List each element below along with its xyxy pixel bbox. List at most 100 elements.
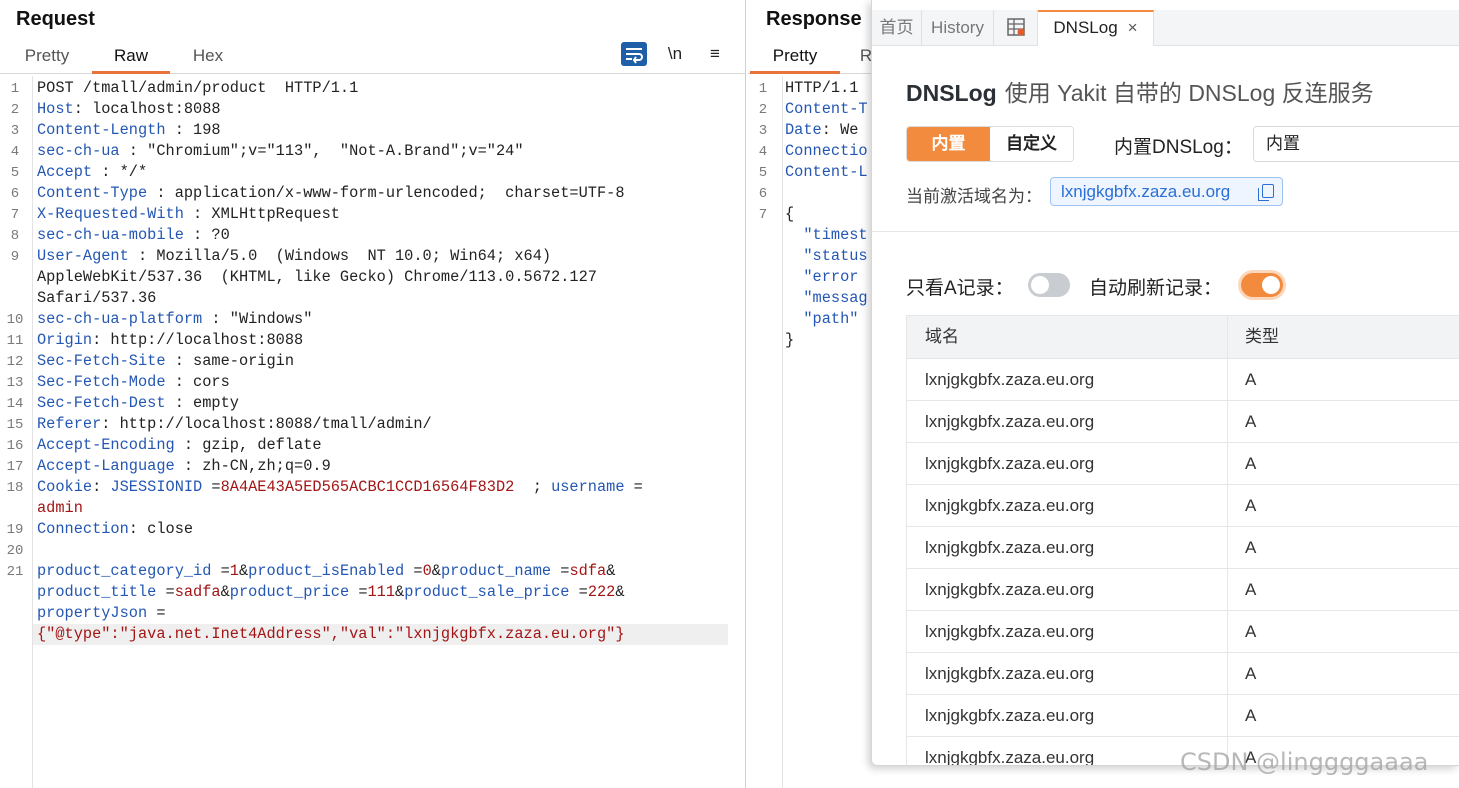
line-number: 16: [6, 438, 24, 454]
table-row[interactable]: lxnjgkgbfx.zaza.eu.org A: [906, 695, 1459, 737]
mode-custom-button[interactable]: 自定义: [990, 127, 1073, 161]
tab-dnslog[interactable]: DNSLog ×: [1038, 10, 1154, 46]
only-a-label: 只看A记录：: [906, 278, 1014, 299]
code-line[interactable]: 7 X-Requested-With : XMLHttpRequest: [0, 204, 745, 225]
line-number: 18: [6, 480, 24, 496]
code-line[interactable]: propertyJson =: [0, 603, 745, 624]
cell-domain: lxnjgkgbfx.zaza.eu.org: [925, 496, 1095, 515]
menu-icon[interactable]: ≡: [703, 42, 727, 66]
code-text: "messag: [803, 289, 868, 307]
request-title: Request: [16, 8, 95, 30]
code-line[interactable]: 11 Origin: http://localhost:8088: [0, 330, 745, 351]
code-line[interactable]: 19 Connection: close: [0, 519, 745, 540]
code-line[interactable]: 13 Sec-Fetch-Mode : cors: [0, 372, 745, 393]
line-number: 12: [6, 354, 24, 370]
code-line[interactable]: 2 Host: localhost:8088: [0, 99, 745, 120]
cell-type: A: [1245, 412, 1257, 431]
tab-pretty[interactable]: Pretty: [22, 46, 72, 74]
code-line[interactable]: 21 product_category_id =1&product_isEnabl…: [0, 561, 745, 582]
mode-builtin-button[interactable]: 内置: [907, 127, 990, 161]
code-line[interactable]: 4 sec-ch-ua : "Chromium";v="113", "Not-A.…: [0, 141, 745, 162]
table-row[interactable]: lxnjgkgbfx.zaza.eu.org A: [906, 401, 1459, 443]
only-a-toggle[interactable]: [1028, 273, 1070, 297]
request-editor[interactable]: 1 POST /tmall/admin/product HTTP/1.1 2 Host…: [0, 76, 745, 788]
tab-hex[interactable]: Hex: [186, 46, 230, 74]
code-line[interactable]: 3 Content-Length : 198: [0, 120, 745, 141]
code-text: Sec-Fetch-Site : same-origin: [37, 352, 295, 370]
code-line[interactable]: 12 Sec-Fetch-Site : same-origin: [0, 351, 745, 372]
word-wrap-icon[interactable]: [621, 42, 647, 66]
active-domain-tag: lxnjgkgbfx.zaza.eu.org: [1050, 177, 1283, 206]
line-number: 3: [758, 123, 768, 139]
code-text: admin: [37, 499, 83, 517]
code-line[interactable]: 1 POST /tmall/admin/product HTTP/1.1: [0, 78, 745, 99]
code-line[interactable]: product_title =sadfa&product_price =111&…: [0, 582, 745, 603]
line-number: 7: [758, 207, 768, 223]
code-text: "status: [803, 247, 868, 265]
table-row[interactable]: lxnjgkgbfx.zaza.eu.org A: [906, 611, 1459, 653]
newline-toggle-button[interactable]: \n: [662, 42, 688, 66]
line-number: 6: [758, 186, 768, 202]
line-number: 19: [6, 522, 24, 538]
close-icon[interactable]: ×: [1128, 18, 1138, 37]
builtin-dnslog-label: 内置DNSLog：: [1114, 137, 1243, 158]
code-line[interactable]: admin: [0, 498, 745, 519]
code-text: product_title =sadfa&product_price =111&…: [37, 583, 625, 601]
table-header: 域名 类型: [906, 315, 1459, 359]
code-line[interactable]: 18 Cookie: JSESSIONID =8A4AE43A5ED565ACBC…: [0, 477, 745, 498]
code-line[interactable]: 15 Referer: http://localhost:8088/tmall/a…: [0, 414, 745, 435]
cell-type: A: [1245, 454, 1257, 473]
auto-refresh-label: 自动刷新记录：: [1089, 278, 1223, 299]
code-text: sec-ch-ua-mobile : ?0: [37, 226, 230, 244]
tab-home[interactable]: 首页: [872, 10, 922, 46]
line-number: 15: [6, 417, 24, 433]
code-text: Sec-Fetch-Mode : cors: [37, 373, 230, 391]
code-line[interactable]: AppleWebKit/537.36 (KHTML, like Gecko) C…: [0, 267, 745, 288]
line-number: 8: [10, 228, 20, 244]
dnslog-title-text: DNSLog: [906, 80, 997, 106]
line-number: 13: [6, 375, 24, 391]
code-line[interactable]: 8 sec-ch-ua-mobile : ?0: [0, 225, 745, 246]
table-row[interactable]: lxnjgkgbfx.zaza.eu.org A: [906, 653, 1459, 695]
column-domain[interactable]: 域名: [925, 316, 959, 358]
cell-domain: lxnjgkgbfx.zaza.eu.org: [925, 664, 1095, 683]
table-row[interactable]: lxnjgkgbfx.zaza.eu.org A: [906, 359, 1459, 401]
dnslog-window: 首页 History DNSLog × DNSLog 使用 Yakit 自带的 DN…: [871, 0, 1459, 766]
line-number: 9: [10, 249, 20, 265]
column-type[interactable]: 类型: [1245, 316, 1279, 358]
table-row[interactable]: lxnjgkgbfx.zaza.eu.org A: [906, 527, 1459, 569]
copy-icon[interactable]: [1258, 184, 1274, 201]
table-row[interactable]: lxnjgkgbfx.zaza.eu.org A: [906, 485, 1459, 527]
code-line[interactable]: 20: [0, 540, 745, 561]
code-text: Content-L: [785, 163, 868, 181]
code-line[interactable]: 16 Accept-Encoding : gzip, deflate: [0, 435, 745, 456]
tab-pretty[interactable]: Pretty: [750, 46, 840, 74]
code-text: Host: localhost:8088: [37, 100, 221, 118]
code-line[interactable]: {"@type":"java.net.Inet4Address","val":"…: [0, 624, 745, 645]
code-line[interactable]: 5 Accept : */*: [0, 162, 745, 183]
code-text: Referer: http://localhost:8088/tmall/adm…: [37, 415, 432, 433]
code-line[interactable]: 10 sec-ch-ua-platform : "Windows": [0, 309, 745, 330]
line-number: 17: [6, 459, 24, 475]
cell-type: A: [1245, 622, 1257, 641]
auto-refresh-toggle[interactable]: [1241, 273, 1283, 297]
code-text: Connectio: [785, 142, 868, 160]
table-row[interactable]: lxnjgkgbfx.zaza.eu.org A: [906, 443, 1459, 485]
table-row[interactable]: lxnjgkgbfx.zaza.eu.org A: [906, 569, 1459, 611]
tab-raw[interactable]: Raw: [92, 46, 170, 74]
dnslog-title: DNSLog 使用 Yakit 自带的 DNSLog 反连服务: [906, 74, 1374, 108]
code-text: User-Agent : Mozilla/5.0 (Windows NT 10.…: [37, 247, 552, 265]
code-line[interactable]: 14 Sec-Fetch-Dest : empty: [0, 393, 745, 414]
code-line[interactable]: 17 Accept-Language : zh-CN,zh;q=0.9: [0, 456, 745, 477]
code-text: sec-ch-ua : "Chromium";v="113", "Not-A.B…: [37, 142, 524, 160]
table-icon[interactable]: [994, 10, 1038, 46]
builtin-dnslog-select[interactable]: 内置: [1253, 126, 1459, 162]
line-number: 21: [6, 564, 24, 580]
code-line[interactable]: Safari/537.36: [0, 288, 745, 309]
code-text: {: [785, 205, 795, 223]
code-line[interactable]: 9 User-Agent : Mozilla/5.0 (Windows NT 10…: [0, 246, 745, 267]
tab-history[interactable]: History: [922, 10, 994, 46]
code-line[interactable]: 6 Content-Type : application/x-www-form-u…: [0, 183, 745, 204]
code-text: HTTP/1.1: [785, 79, 859, 97]
line-number: 2: [758, 102, 768, 118]
